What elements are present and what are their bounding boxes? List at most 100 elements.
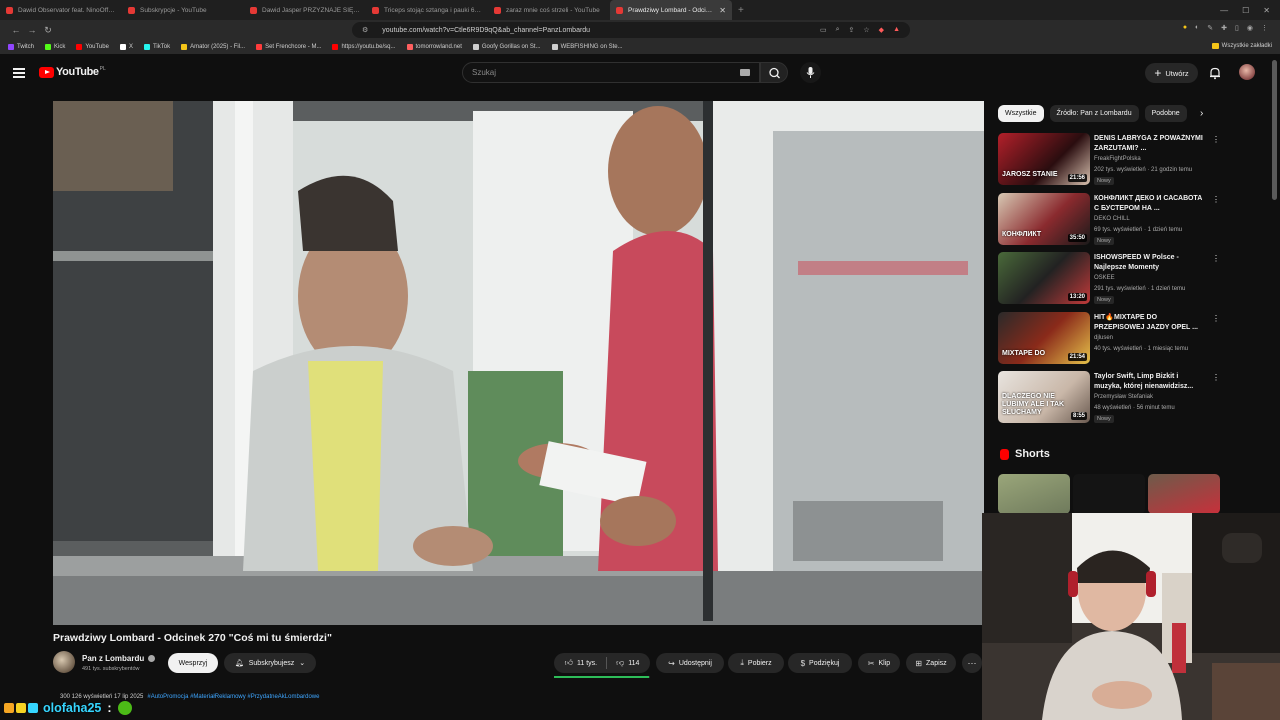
recommended-video[interactable]: JAROSZ STANIE 21:56 DENIS LABRYGA Z POWAŻN… bbox=[998, 133, 1220, 187]
bookmark-item[interactable]: Kick bbox=[45, 44, 65, 50]
browser-tab[interactable]: Dawid Observator feat. NinoOfficjal bbox=[0, 0, 122, 20]
close-tab-icon[interactable]: ✕ bbox=[719, 6, 726, 15]
bookmark-item[interactable]: tomorrowland.net bbox=[406, 44, 462, 50]
back-icon[interactable]: ← bbox=[8, 25, 24, 35]
extension-icon[interactable]: ✎ bbox=[1207, 24, 1213, 32]
channel-name[interactable]: DEKO CHILL bbox=[1094, 216, 1130, 222]
channel-name[interactable]: Pan z Lombardu bbox=[82, 654, 156, 663]
video-thumbnail[interactable]: DLACZEGO NIE LUBIMY ALE I TAK SŁUCHAMY 8:… bbox=[998, 371, 1090, 423]
forward-icon[interactable]: → bbox=[24, 25, 40, 35]
thanks-button[interactable]: $ Podziękuj bbox=[788, 653, 852, 673]
short-thumbnail[interactable] bbox=[1073, 474, 1145, 514]
video-title[interactable]: КОНФЛИКТ ДЕКО И САСАВОТА С БУСТЕРОМ НА .… bbox=[1094, 194, 1206, 214]
chip-all[interactable]: Wszystkie bbox=[998, 105, 1044, 122]
bookmark-item[interactable]: TikTok bbox=[143, 44, 170, 50]
video-thumbnail[interactable]: КОНФЛИКТ 35:50 bbox=[998, 192, 1090, 245]
new-badge: Nowy bbox=[1094, 415, 1114, 423]
chip-source[interactable]: Źródło: Pan z Lombardu bbox=[1049, 105, 1139, 122]
keyboard-icon[interactable] bbox=[740, 69, 750, 76]
video-title[interactable]: DENIS LABRYGA Z POWAŻNYMI ZARZUTAMI? ... bbox=[1094, 134, 1206, 154]
share-button[interactable]: ↪ Udostępnij bbox=[656, 653, 724, 673]
cast-icon[interactable]: ▭ bbox=[820, 26, 827, 34]
video-title[interactable]: HIT🔥MIXTAPE DO PRZEPISOWEJ JAZDY OPEL ..… bbox=[1094, 313, 1206, 333]
dislike-count[interactable]: 114 bbox=[628, 660, 639, 667]
zoom-icon[interactable]: ⌕ bbox=[836, 26, 840, 34]
channel-avatar[interactable] bbox=[53, 651, 75, 673]
video-player[interactable] bbox=[53, 101, 984, 625]
page-scrollbar[interactable] bbox=[1272, 60, 1277, 200]
extension-yellow-icon[interactable]: ● bbox=[1183, 24, 1187, 32]
like-count[interactable]: 11 tys. bbox=[577, 660, 597, 667]
notifications-bell-icon[interactable] bbox=[1208, 66, 1222, 80]
support-button[interactable]: Wesprzyj bbox=[168, 653, 218, 673]
channel-name[interactable]: Przemysław Stefaniak bbox=[1094, 394, 1153, 400]
new-tab-icon[interactable]: + bbox=[738, 5, 744, 16]
reload-icon[interactable]: ↻ bbox=[40, 25, 56, 36]
video-title[interactable]: ISHOWSPEED W Polsce - Najlepsze Momenty bbox=[1094, 253, 1206, 273]
save-button[interactable]: ⊞ Zapisz bbox=[906, 653, 956, 673]
channel-name[interactable]: FreakFightPolska bbox=[1094, 156, 1141, 162]
video-thumbnail[interactable]: JAROSZ STANIE 21:56 bbox=[998, 133, 1090, 185]
video-title[interactable]: Taylor Swift, Limp Bizkit i muzyka, któr… bbox=[1094, 372, 1206, 392]
address-bar[interactable]: ⚙ youtube.com/watch?v=Ctle6R9D9qQ&ab_cha… bbox=[352, 22, 910, 38]
account-avatar[interactable] bbox=[1239, 64, 1255, 80]
create-button[interactable]: + Utwórz bbox=[1145, 63, 1198, 83]
browser-tab[interactable]: Triceps stojąc sztanga i pauki 6 x 3... bbox=[366, 0, 488, 20]
video-menu-icon[interactable]: ⋮ bbox=[1212, 195, 1220, 204]
video-thumbnail[interactable]: MIXTAPE DO 21:54 bbox=[998, 311, 1090, 364]
recommended-video[interactable]: MIXTAPE DO 21:54 HIT🔥MIXTAPE DO PRZEPISOWE… bbox=[998, 311, 1220, 366]
close-window-icon[interactable]: ✕ bbox=[1263, 6, 1270, 15]
subscribed-button[interactable]: 🔔︎ Subskrybujesz ⌄ bbox=[224, 653, 316, 673]
search-input[interactable]: Szukaj bbox=[462, 62, 760, 83]
browser-tab[interactable]: Dawid Jasper PRZYZNAJE SIĘ DO B... bbox=[244, 0, 366, 20]
thumbs-up-icon[interactable]: 👍︎ bbox=[565, 658, 573, 668]
video-menu-icon[interactable]: ⋮ bbox=[1212, 373, 1220, 382]
all-bookmarks[interactable]: Wszystkie zakładki bbox=[1211, 43, 1272, 49]
maximize-icon[interactable]: ☐ bbox=[1242, 6, 1249, 15]
bookmark-item[interactable]: Twitch bbox=[8, 44, 34, 50]
search-button[interactable] bbox=[760, 62, 788, 83]
profile-icon[interactable]: ◉ bbox=[1247, 24, 1253, 32]
thanks-icon: $ bbox=[800, 658, 806, 668]
bookmark-item[interactable]: Amator (2025) - Fil... bbox=[181, 44, 245, 50]
video-menu-icon[interactable]: ⋮ bbox=[1212, 135, 1220, 144]
bookmark-star-icon[interactable]: ☆ bbox=[863, 26, 869, 34]
browser-tab[interactable]: zaraz mnie coś strzeli - YouTube bbox=[488, 0, 610, 20]
recommended-video[interactable]: 13:20 ISHOWSPEED W Polsce - Najlepsze Mom… bbox=[998, 252, 1220, 306]
chevron-right-icon[interactable]: › bbox=[1200, 108, 1203, 119]
download-button[interactable]: ⤓ Pobierz bbox=[728, 653, 784, 673]
bookmark-item[interactable]: YouTube bbox=[76, 44, 109, 50]
short-thumbnail[interactable] bbox=[1148, 474, 1220, 514]
browser-tab-active[interactable]: Prawdziwy Lombard - Odcinek ✕ bbox=[610, 0, 732, 20]
channel-name[interactable]: OSKEE bbox=[1094, 275, 1115, 281]
video-menu-icon[interactable]: ⋮ bbox=[1212, 314, 1220, 323]
short-thumbnail[interactable] bbox=[998, 474, 1070, 514]
bookmark-item[interactable]: Set Frenchcore - M... bbox=[256, 44, 321, 50]
side-panel-icon[interactable]: ▯ bbox=[1235, 24, 1239, 32]
bookmark-item[interactable]: Goofy Gorillas on St... bbox=[472, 44, 541, 50]
channel-name[interactable]: djlusen bbox=[1094, 335, 1113, 341]
bookmark-item[interactable]: WEBFISHING on Ste... bbox=[551, 44, 623, 50]
share-icon[interactable]: ⇪ bbox=[849, 26, 855, 34]
browser-tab[interactable]: Subskrypcje - YouTube bbox=[122, 0, 244, 20]
site-info-icon[interactable]: ⚙ bbox=[362, 26, 368, 34]
video-menu-icon[interactable]: ⋮ bbox=[1212, 254, 1220, 263]
thumbs-down-icon[interactable]: 👎︎ bbox=[616, 658, 624, 668]
extension-icon[interactable]: ◐ bbox=[1195, 24, 1199, 32]
minimize-icon[interactable]: — bbox=[1220, 6, 1228, 15]
chip-similar[interactable]: Podobne bbox=[1144, 105, 1187, 122]
bookmark-item[interactable]: X bbox=[119, 44, 133, 50]
puzzle-icon[interactable]: ✚ bbox=[1221, 24, 1227, 32]
clip-button[interactable]: ✂ Klip bbox=[858, 653, 900, 673]
hamburger-menu-icon[interactable] bbox=[13, 68, 25, 78]
voice-search-button[interactable] bbox=[800, 62, 821, 83]
video-thumbnail[interactable]: 13:20 bbox=[998, 252, 1090, 304]
youtube-logo[interactable]: YouTube PL bbox=[39, 66, 106, 78]
more-actions-icon[interactable]: ⋯ bbox=[962, 653, 982, 673]
menu-dots-icon[interactable]: ⋮ bbox=[1261, 24, 1268, 32]
extension-alert-icon[interactable]: ▲ bbox=[893, 26, 900, 34]
bookmark-item[interactable]: https://youtu.be/sq... bbox=[332, 44, 396, 50]
recommended-video[interactable]: КОНФЛИКТ 35:50 КОНФЛИКТ ДЕКО И САСАВОТА С … bbox=[998, 192, 1220, 247]
extension-shield-icon[interactable]: ◆ bbox=[879, 26, 884, 34]
recommended-video[interactable]: DLACZEGO NIE LUBIMY ALE I TAK SŁUCHAMY 8:… bbox=[998, 371, 1220, 425]
